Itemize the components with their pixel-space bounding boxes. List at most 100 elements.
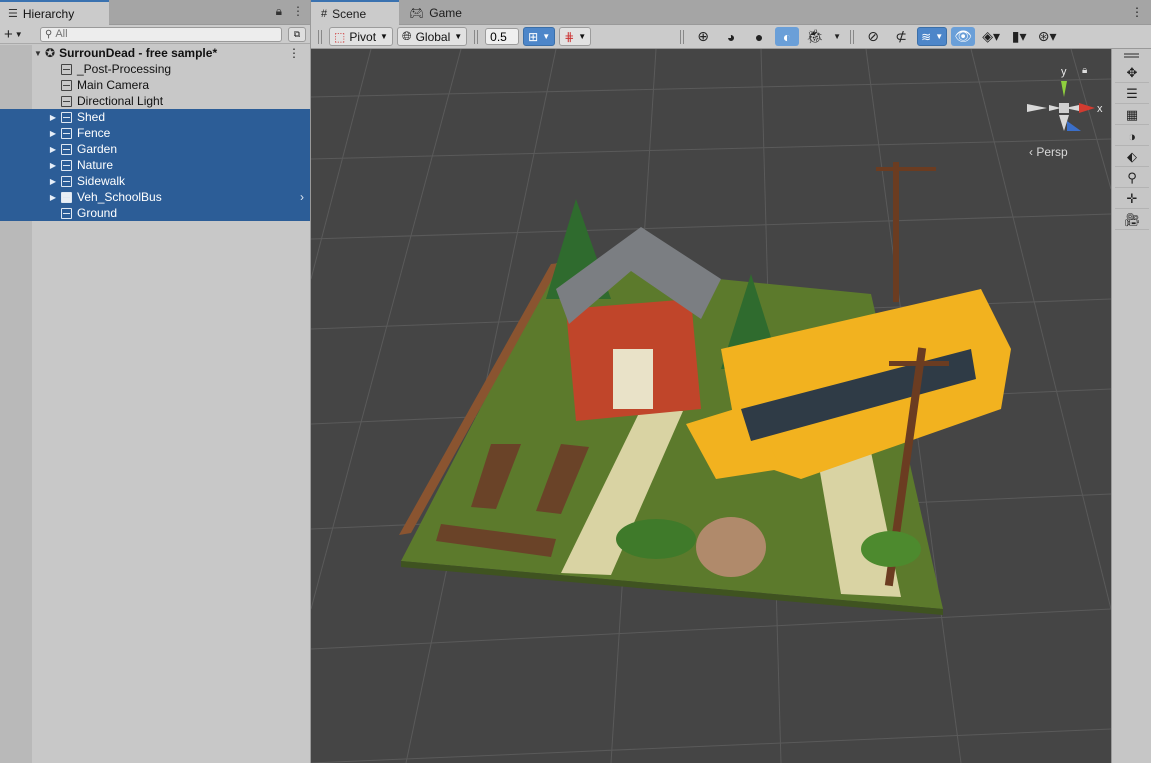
grid-icon: #	[321, 7, 328, 20]
chevron-down-icon: ▼	[578, 32, 587, 41]
layers-dropdown-icon[interactable]: ◈▾	[979, 27, 1003, 46]
list-item[interactable]: ▶ Veh_SchoolBus ›	[0, 189, 310, 205]
unity-scene-icon: ✪	[45, 46, 56, 60]
gameobject-icon	[61, 175, 72, 187]
search-options-icon[interactable]: ⧉	[288, 26, 306, 42]
projection-label: Persp	[1036, 145, 1068, 159]
list-item-label: Fence	[77, 126, 111, 140]
chevron-right-icon[interactable]: ›	[300, 190, 304, 204]
scene-viewport[interactable]: y x 🔒︎ ‹ Persp	[311, 49, 1111, 763]
move-tool-icon[interactable]: ✥	[1115, 64, 1149, 83]
pivot-icon: ⬚	[334, 29, 346, 44]
list-item[interactable]: _Post-Processing	[0, 61, 310, 77]
scene-toolbar: ⬚ Pivot ▼ 🌐︎ Global ▼ ⊞ ▼ ⋕ ▼ ⊕ ◕ ● ◐ 🐞︎…	[311, 25, 1151, 49]
gameobject-icon	[61, 63, 72, 75]
grid-tool-icon[interactable]: ▦	[1115, 106, 1149, 125]
chevron-down-icon: ▼	[14, 29, 23, 39]
toolbar-grip[interactable]	[850, 29, 855, 44]
tools-overlay: ✥ ☰ ▦ ◑ ⬖ ⚲ ✛ 🎥︎	[1111, 49, 1151, 763]
tab-hierarchy-label: Hierarchy	[22, 6, 75, 21]
list-item[interactable]: Directional Light	[0, 93, 310, 109]
list-item-label: Sidewalk	[77, 174, 126, 188]
list-item-label: Nature	[77, 158, 114, 172]
lock-icon[interactable]: 🔒︎	[1082, 65, 1087, 76]
layers-tool-icon[interactable]: ⬖	[1115, 148, 1149, 167]
list-item[interactable]: ▶ Shed	[0, 109, 310, 125]
lock-icon[interactable]: 🔒︎	[276, 4, 282, 19]
tab-hierarchy[interactable]: ☰ Hierarchy	[0, 0, 109, 25]
gamepad-icon: 🎮︎	[409, 5, 425, 20]
scene-row[interactable]: ▼ ✪ SurrounDead - free sample* ⋮	[0, 45, 310, 61]
search-field[interactable]: ⚲	[40, 26, 282, 42]
hierarchy-tabbar: ☰ Hierarchy 🔒︎ ⋮	[0, 0, 310, 25]
gameobject-icon	[61, 207, 72, 219]
sphere-tool-icon[interactable]: ◑	[1115, 127, 1149, 146]
global-dropdown[interactable]: 🌐︎ Global ▼	[396, 27, 468, 46]
hierarchy-tree: ▼ ✪ SurrounDead - free sample* ⋮ _Post-P…	[0, 45, 310, 763]
gameobject-icon	[61, 143, 72, 155]
expand-arrow-icon[interactable]: ▶	[48, 145, 58, 154]
kebab-menu-icon[interactable]: ⋮	[288, 46, 300, 60]
grid-snap-icon: ⊞	[528, 29, 539, 44]
effects-toggle[interactable]: ≋ ▼	[917, 27, 948, 46]
search-input[interactable]	[55, 28, 256, 40]
expand-arrow-icon[interactable]: ▶	[48, 161, 58, 170]
expand-arrow-icon[interactable]: ▶	[48, 193, 58, 202]
camera-icon[interactable]: ▮▾	[1007, 27, 1031, 46]
2d-toggle-icon[interactable]: ⊘	[861, 27, 885, 46]
toolbar-grip[interactable]	[474, 29, 479, 44]
expand-arrow-icon[interactable]: ▶	[48, 129, 58, 138]
list-item-label: Directional Light	[77, 94, 164, 108]
prefab-icon	[61, 191, 72, 203]
expand-arrow-icon[interactable]: ▶	[48, 113, 58, 122]
tab-scene[interactable]: # Scene	[311, 0, 399, 25]
shaded-wireframe-icon[interactable]: ◕	[719, 27, 743, 46]
add-object-button[interactable]: + ▼	[4, 26, 34, 43]
debug-draw-mode-icon[interactable]: 🐞︎	[803, 27, 827, 46]
hierarchy-panel: ☰ Hierarchy 🔒︎ ⋮ + ▼ ⚲ ⧉ ▼ ✪ SurrounDead…	[0, 0, 311, 763]
pivot-tool-icon[interactable]: ✛	[1115, 190, 1149, 209]
kebab-menu-icon[interactable]: ⋮	[1131, 5, 1143, 19]
scene-grid	[311, 49, 1111, 763]
chevron-down-icon[interactable]: ▼	[831, 27, 843, 46]
pivot-dropdown[interactable]: ⬚ Pivot ▼	[329, 27, 393, 46]
expand-arrow-icon[interactable]: ▼	[33, 49, 43, 58]
overlay-drag-handle[interactable]	[1124, 53, 1139, 58]
globe-icon: 🌐︎	[401, 29, 412, 43]
list-item[interactable]: ▶ Garden	[0, 141, 310, 157]
list-item-label: Garden	[77, 142, 118, 156]
transform-tool-icon[interactable]: ☰	[1115, 85, 1149, 104]
tab-game[interactable]: 🎮︎ Game	[399, 0, 472, 25]
grid-snap-toggle[interactable]: ⊞ ▼	[523, 27, 556, 46]
list-item-label: Ground	[77, 206, 118, 220]
list-item[interactable]: Main Camera	[0, 77, 310, 93]
shaded-icon[interactable]: ●	[747, 27, 771, 46]
list-item[interactable]: Ground	[0, 205, 310, 221]
increment-snap-toggle[interactable]: ⋕ ▼	[559, 27, 592, 46]
toolbar-grip[interactable]	[318, 29, 322, 44]
visibility-eye-icon[interactable]: 👁︎	[951, 27, 976, 46]
search-icon: ⚲	[45, 28, 53, 40]
gizmo-x-label: x	[1097, 103, 1103, 115]
list-icon: ☰	[8, 8, 18, 20]
camera-tool-icon[interactable]: 🎥︎	[1115, 211, 1149, 230]
gameobject-icon	[61, 95, 72, 107]
snap-increment-input[interactable]	[485, 28, 520, 45]
gizmos-icon[interactable]: ⊛▾	[1035, 27, 1059, 46]
hierarchy-toolbar: + ▼ ⚲ ⧉	[0, 25, 310, 44]
list-item[interactable]: ▶ Fence	[0, 125, 310, 141]
global-label: Global	[415, 29, 451, 44]
kebab-menu-icon[interactable]: ⋮	[292, 4, 304, 19]
toolbar-grip[interactable]	[680, 29, 685, 44]
audio-toggle-icon[interactable]: ⊄	[889, 27, 913, 46]
chevron-down-icon: ▼	[380, 32, 388, 41]
list-item[interactable]: ▶ Nature	[0, 157, 310, 173]
gameobject-icon	[61, 159, 72, 171]
search-tool-icon[interactable]: ⚲	[1115, 169, 1149, 188]
list-item[interactable]: ▶ Sidewalk	[0, 173, 310, 189]
projection-toggle[interactable]: ‹ Persp	[1029, 145, 1068, 159]
wireframe-icon[interactable]: ⊕	[691, 27, 715, 46]
list-item-label: _Post-Processing	[77, 62, 172, 76]
expand-arrow-icon[interactable]: ▶	[48, 177, 58, 186]
unlit-icon[interactable]: ◐	[775, 27, 800, 46]
